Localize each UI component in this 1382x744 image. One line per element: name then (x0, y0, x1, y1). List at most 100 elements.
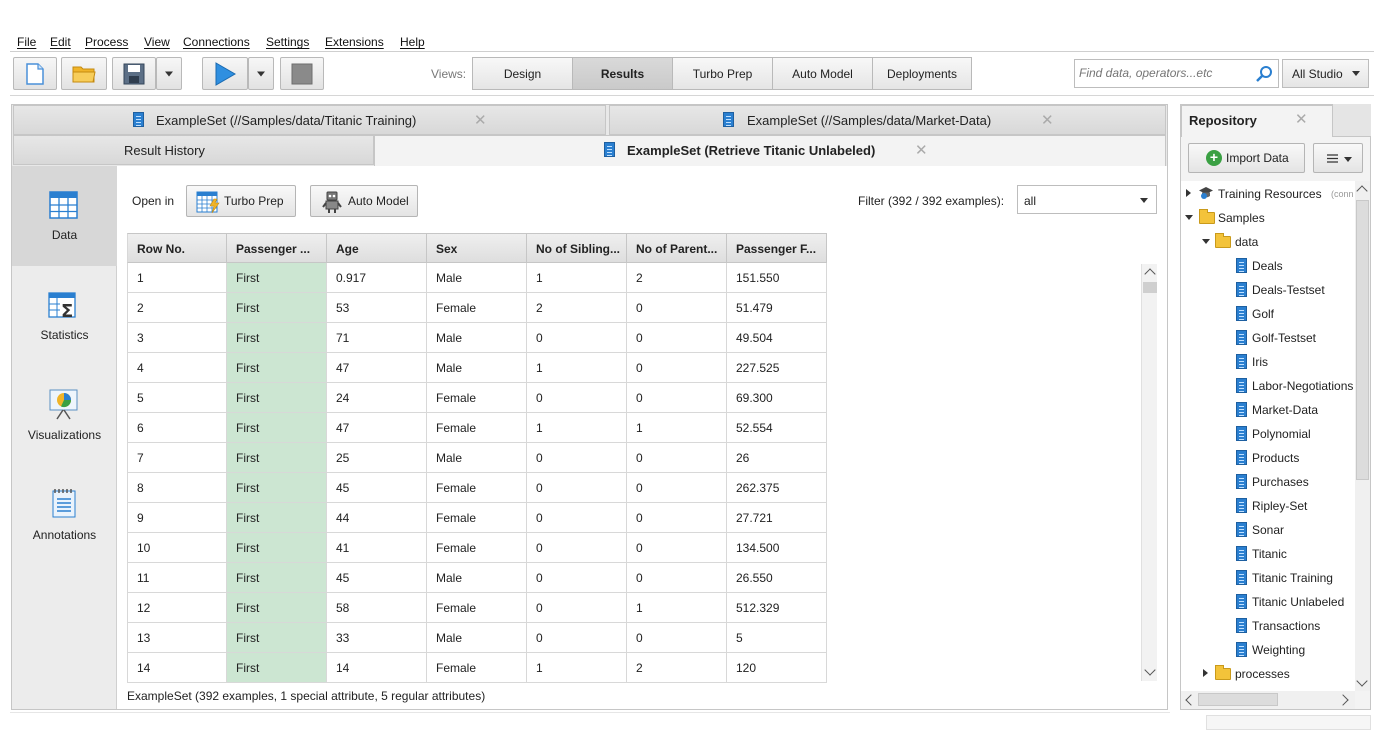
tree-node-dataset[interactable]: Ripley-Set (1181, 494, 1355, 516)
table-cell[interactable]: Male (427, 323, 527, 353)
table-cell[interactable]: First (227, 473, 327, 503)
table-row[interactable]: 3 First 71 Male 0 0 49.504 (127, 323, 827, 353)
table-cell[interactable]: 0 (627, 503, 727, 533)
table-cell[interactable]: 13 (127, 623, 227, 653)
table-cell[interactable]: 69.300 (727, 383, 827, 413)
save-dropdown-button[interactable] (156, 57, 182, 90)
tab-result-history[interactable]: Result History (13, 135, 374, 165)
table-cell[interactable]: 7 (127, 443, 227, 473)
tree-node-dataset[interactable]: Sonar (1181, 518, 1355, 540)
tree-node-dataset[interactable]: Golf (1181, 302, 1355, 324)
table-row[interactable]: 9 First 44 Female 0 0 27.721 (127, 503, 827, 533)
table-cell[interactable]: First (227, 443, 327, 473)
table-cell[interactable]: 1 (627, 413, 727, 443)
menu-connections[interactable]: Connections (183, 35, 250, 49)
table-cell[interactable]: Female (427, 293, 527, 323)
collapse-icon[interactable] (1185, 215, 1193, 220)
scroll-left-icon[interactable] (1185, 694, 1197, 706)
table-cell[interactable]: 8 (127, 473, 227, 503)
tree-node-data[interactable]: data (1181, 230, 1355, 252)
table-cell[interactable]: 51.479 (727, 293, 827, 323)
table-cell[interactable]: Male (427, 623, 527, 653)
table-cell[interactable]: 14 (327, 653, 427, 683)
filter-select[interactable]: all (1017, 185, 1157, 214)
table-cell[interactable]: First (227, 383, 327, 413)
global-search[interactable] (1074, 59, 1279, 88)
table-cell[interactable]: First (227, 593, 327, 623)
run-dropdown-button[interactable] (248, 57, 274, 90)
table-cell[interactable]: 26.550 (727, 563, 827, 593)
tree-node-dataset[interactable]: Market-Data (1181, 398, 1355, 420)
table-cell[interactable]: Male (427, 263, 527, 293)
close-icon[interactable]: ✕ (915, 141, 928, 159)
tree-node-dataset[interactable]: Iris (1181, 350, 1355, 372)
table-cell[interactable]: 52.554 (727, 413, 827, 443)
table-cell[interactable]: 47 (327, 353, 427, 383)
table-cell[interactable]: 5 (127, 383, 227, 413)
table-row[interactable]: 4 First 47 Male 1 0 227.525 (127, 353, 827, 383)
tree-node-dataset[interactable]: Deals (1181, 254, 1355, 276)
table-cell[interactable]: First (227, 623, 327, 653)
table-row[interactable]: 1 First 0.917 Male 1 2 151.550 (127, 263, 827, 293)
table-cell[interactable]: 12 (127, 593, 227, 623)
column-header[interactable]: Passenger F... (727, 233, 827, 263)
tree-node-dataset[interactable]: Products (1181, 446, 1355, 468)
open-turbo-prep-button[interactable]: Turbo Prep (186, 185, 296, 217)
table-cell[interactable]: 0 (627, 473, 727, 503)
table-cell[interactable]: 0 (527, 593, 627, 623)
table-cell[interactable]: Female (427, 413, 527, 443)
column-header[interactable]: Passenger ... (227, 233, 327, 263)
table-cell[interactable]: 1 (627, 593, 727, 623)
table-cell[interactable]: 0 (627, 383, 727, 413)
table-cell[interactable]: 0 (527, 533, 627, 563)
table-cell[interactable]: 0 (527, 623, 627, 653)
table-cell[interactable]: 1 (127, 263, 227, 293)
run-process-button[interactable] (202, 57, 248, 90)
menu-extensions[interactable]: Extensions (325, 35, 384, 49)
table-cell[interactable]: 0 (627, 293, 727, 323)
menu-file[interactable]: File (17, 35, 36, 49)
table-cell[interactable]: Female (427, 653, 527, 683)
table-cell[interactable]: 6 (127, 413, 227, 443)
table-cell[interactable]: 14 (127, 653, 227, 683)
table-cell[interactable]: 0 (627, 323, 727, 353)
table-cell[interactable]: 0 (627, 563, 727, 593)
table-cell[interactable]: Female (427, 593, 527, 623)
column-header[interactable]: Age (327, 233, 427, 263)
table-row[interactable]: 7 First 25 Male 0 0 26 (127, 443, 827, 473)
table-row[interactable]: 13 First 33 Male 0 0 5 (127, 623, 827, 653)
table-cell[interactable]: 45 (327, 563, 427, 593)
table-cell[interactable]: Male (427, 353, 527, 383)
table-cell[interactable]: 26 (727, 443, 827, 473)
tree-node-dataset[interactable]: Transactions (1181, 614, 1355, 636)
table-cell[interactable]: 0 (527, 473, 627, 503)
tree-node-dataset[interactable]: Weighting (1181, 638, 1355, 660)
table-cell[interactable]: 58 (327, 593, 427, 623)
sidebar-item-annotations[interactable]: Annotations (12, 466, 117, 566)
close-icon[interactable]: ✕ (1295, 110, 1308, 128)
open-process-button[interactable] (61, 57, 107, 90)
table-cell[interactable]: 1 (527, 263, 627, 293)
table-cell[interactable]: Female (427, 503, 527, 533)
menu-edit[interactable]: Edit (50, 35, 71, 49)
scroll-up-icon[interactable] (1144, 268, 1156, 280)
table-cell[interactable]: 262.375 (727, 473, 827, 503)
table-cell[interactable]: 1 (527, 413, 627, 443)
table-cell[interactable]: 1 (527, 353, 627, 383)
table-cell[interactable]: 120 (727, 653, 827, 683)
table-cell[interactable]: 134.500 (727, 533, 827, 563)
table-cell[interactable]: 1 (527, 653, 627, 683)
tree-node-dataset[interactable]: Titanic Unlabeled (1181, 590, 1355, 612)
table-cell[interactable]: First (227, 653, 327, 683)
view-turbo-prep-button[interactable]: Turbo Prep (672, 57, 773, 90)
table-cell[interactable]: 25 (327, 443, 427, 473)
table-cell[interactable]: 0 (627, 353, 727, 383)
table-cell[interactable]: 0.917 (327, 263, 427, 293)
table-cell[interactable]: First (227, 353, 327, 383)
table-cell[interactable]: Male (427, 563, 527, 593)
table-cell[interactable]: 3 (127, 323, 227, 353)
table-cell[interactable]: 0 (627, 443, 727, 473)
close-icon[interactable]: ✕ (1041, 111, 1054, 129)
sidebar-item-statistics[interactable]: Σ Statistics (12, 266, 117, 366)
table-cell[interactable]: 0 (627, 623, 727, 653)
